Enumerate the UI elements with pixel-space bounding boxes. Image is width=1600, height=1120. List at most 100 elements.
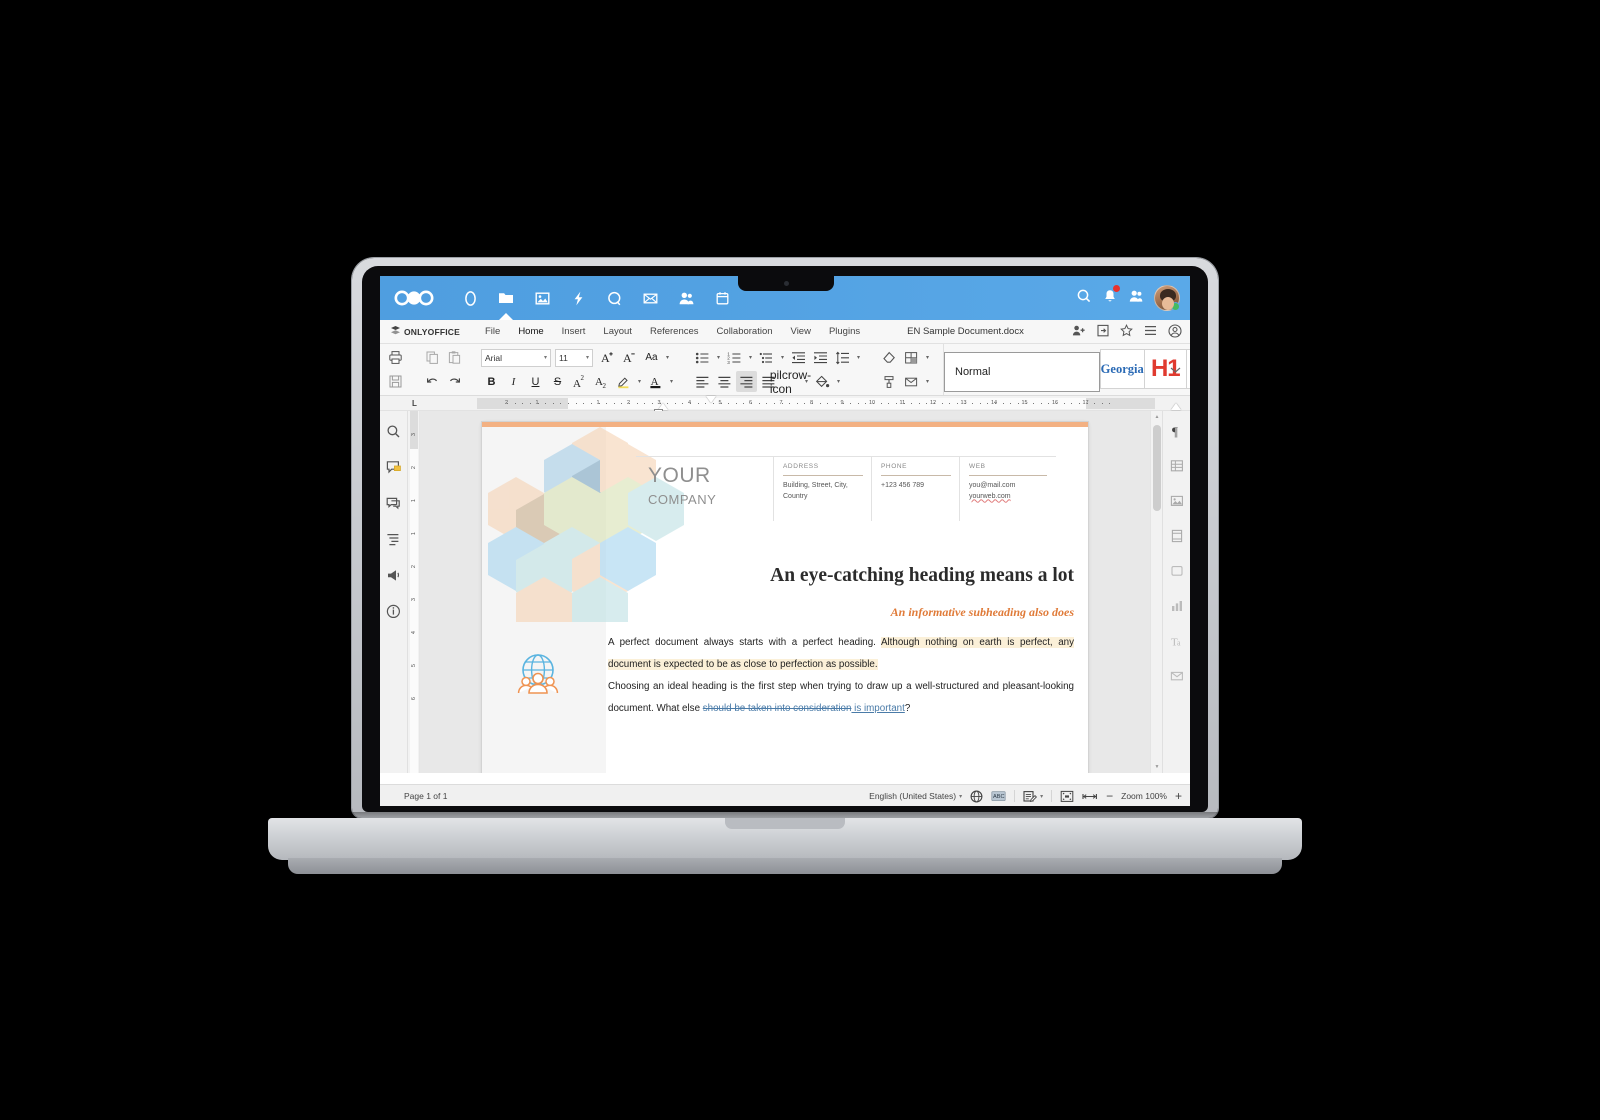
numbering-button[interactable]: 123 [724,347,745,368]
search-icon[interactable] [1076,288,1092,309]
bullets-button[interactable] [692,347,713,368]
expand-ribbon-button[interactable] [1166,361,1184,379]
open-location-icon[interactable] [1097,324,1109,340]
style-georgia[interactable]: Georgia [1099,349,1144,389]
strikethrough-button[interactable]: S [547,371,568,392]
numbering-caret[interactable]: ▾ [746,347,755,368]
undo-button[interactable] [422,371,443,392]
horizontal-ruler[interactable]: L 211234567891011121314151617 [380,396,1190,414]
hamburger-menu-icon[interactable] [1144,325,1157,339]
first-line-indent-marker[interactable] [706,396,716,403]
underline-button[interactable]: U [525,371,546,392]
nc-app-calendar[interactable] [704,279,740,317]
multilevel-list-caret[interactable]: ▾ [778,347,787,368]
nextcloud-logo[interactable] [394,290,434,306]
highlight-color-button[interactable] [613,371,634,392]
line-spacing-caret[interactable]: ▾ [854,347,863,368]
tab-view[interactable]: View [782,322,820,341]
sidebar-item-about[interactable] [384,601,404,621]
shading-button[interactable] [812,371,833,392]
align-center-button[interactable] [714,371,735,392]
sidebar-item-comments[interactable] [384,457,404,477]
right-item-paragraph-settings[interactable]: ¶ [1167,421,1187,441]
sidebar-item-chat[interactable] [384,493,404,513]
right-item-image-settings[interactable] [1167,491,1187,511]
print-button[interactable] [385,347,406,368]
shading-caret[interactable]: ▾ [834,371,843,392]
increase-indent-button[interactable] [810,347,831,368]
nc-app-dashboard[interactable] [452,279,488,317]
multilevel-list-button[interactable] [756,347,777,368]
sidebar-item-search[interactable] [384,421,404,441]
change-case-caret[interactable]: ▾ [663,347,672,368]
scrollbar-thumb[interactable] [1153,425,1161,511]
style-blank[interactable] [1185,349,1190,389]
bold-button[interactable]: B [481,371,502,392]
nc-app-search[interactable] [596,279,632,317]
fit-to-page-button[interactable] [1060,790,1074,803]
tab-collaboration[interactable]: Collaboration [708,322,782,341]
align-right-button[interactable] [736,371,757,392]
document-vertical-scrollbar[interactable]: ▲ ▼ [1150,411,1162,773]
highlight-color-caret[interactable]: ▾ [635,371,644,392]
right-item-header-footer[interactable] [1167,526,1187,546]
line-spacing-button[interactable] [832,347,853,368]
right-item-table-settings[interactable] [1167,456,1187,476]
save-button[interactable] [385,371,406,392]
subscript-button[interactable]: A2 [591,371,612,392]
style-normal[interactable]: Normal [944,352,1100,392]
share-add-user-icon[interactable] [1072,324,1086,340]
change-case-button[interactable]: Aa [641,347,662,368]
nonprinting-characters-button[interactable]: pilcrow-icon [770,368,811,396]
insert-table-caret[interactable]: ▾ [923,347,932,368]
mail-merge-button[interactable] [901,371,922,392]
language-selector[interactable]: English (United States) ▾ [869,791,962,801]
zoom-level-label[interactable]: Zoom 100% [1121,791,1167,801]
decrease-indent-button[interactable] [788,347,809,368]
right-indent-marker[interactable] [1171,403,1181,410]
sidebar-item-feedback[interactable] [384,565,404,585]
tab-home[interactable]: Home [509,322,552,346]
person-icon[interactable] [1128,288,1144,309]
favorite-star-icon[interactable] [1120,324,1133,340]
decrease-font-button[interactable]: A [619,347,640,368]
tab-stop-selector[interactable]: L [412,399,417,408]
right-item-shape-settings[interactable] [1167,561,1187,581]
vertical-ruler[interactable]: 3 2 1 1 2 3 4 5 6 [408,411,420,773]
zoom-out-button[interactable]: − [1106,789,1113,803]
spellcheck-button[interactable]: ABC [991,790,1006,803]
nc-app-photos[interactable] [524,279,560,317]
insert-table-button[interactable] [901,347,922,368]
tab-layout[interactable]: Layout [594,322,641,341]
paste-button[interactable] [444,347,465,368]
zoom-in-button[interactable]: + [1175,789,1182,803]
tab-insert[interactable]: Insert [553,322,595,341]
font-color-button[interactable]: A [645,371,666,392]
tab-references[interactable]: References [641,322,708,341]
font-family-select[interactable]: Arial ▾ [481,348,551,367]
nc-app-files[interactable] [488,279,524,317]
document-page[interactable]: YOUR COMPANY ADDRESS Building, Street, C… [482,422,1088,773]
fit-to-width-button[interactable] [1082,790,1098,803]
right-item-text-art-settings[interactable]: Ta [1167,631,1187,651]
redo-button[interactable] [444,371,465,392]
tab-file[interactable]: File [476,322,509,341]
right-item-signature-settings[interactable] [1167,666,1187,686]
nc-app-activity[interactable] [560,279,596,317]
font-color-caret[interactable]: ▾ [667,371,676,392]
set-document-language-button[interactable] [970,790,983,803]
copy-button[interactable] [422,347,443,368]
track-changes-button[interactable]: ▾ [1023,790,1043,803]
nc-app-contacts[interactable] [668,279,704,317]
increase-font-button[interactable]: A [597,347,618,368]
italic-button[interactable]: I [503,371,524,392]
document-scroll-area[interactable]: YOUR COMPANY ADDRESS Building, Street, C… [420,411,1150,773]
copy-style-button[interactable] [879,371,900,392]
sidebar-item-headings[interactable] [384,529,404,549]
bullets-caret[interactable]: ▾ [714,347,723,368]
font-size-select[interactable]: 11 ▾ [555,348,593,367]
bell-icon[interactable] [1102,284,1120,309]
nc-app-mail[interactable] [632,279,668,317]
mail-merge-caret[interactable]: ▾ [923,371,932,392]
document-body-text[interactable]: A perfect document always starts with a … [608,632,1075,720]
